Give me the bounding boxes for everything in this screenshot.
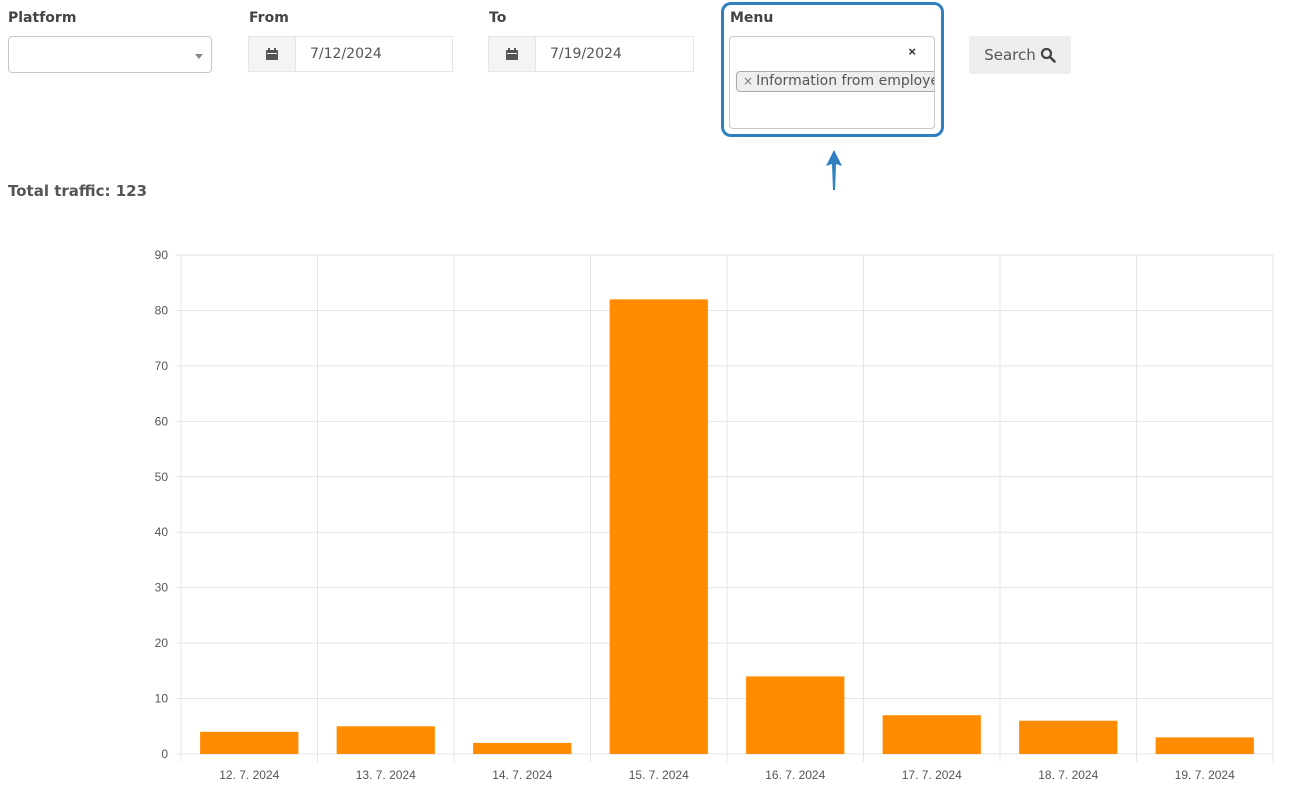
from-calendar-button[interactable] — [249, 37, 296, 71]
to-label: To — [489, 10, 507, 26]
y-tick-label: 70 — [155, 359, 169, 373]
remove-chip-icon[interactable]: × — [743, 74, 753, 88]
traffic-bar-chart: 0 10 20 30 40 50 60 70 80 90 12. 7. 2024 13. 7. 202… — [155, 248, 1274, 782]
x-tick-label: 18. 7. 2024 — [1038, 768, 1098, 782]
total-traffic-value: 123 — [115, 182, 148, 200]
bar-2[interactable] — [336, 726, 435, 754]
y-tick-label: 80 — [155, 303, 169, 317]
from-label: From — [249, 10, 289, 26]
bar-7[interactable] — [1019, 720, 1118, 754]
to-date-value[interactable]: 7/19/2024 — [536, 37, 622, 71]
total-traffic: Total traffic: 123 — [8, 182, 147, 200]
bar-1[interactable] — [200, 731, 299, 754]
x-tick-label: 12. 7. 2024 — [219, 768, 279, 782]
x-tick-label: 15. 7. 2024 — [629, 768, 689, 782]
y-tick-label: 0 — [161, 747, 168, 761]
y-tick-label: 10 — [155, 692, 169, 706]
to-date-field[interactable]: 7/19/2024 — [488, 36, 694, 72]
y-tick-label: 50 — [155, 470, 169, 484]
y-tick-label: 20 — [155, 636, 169, 650]
platform-label: Platform — [8, 10, 77, 26]
x-tick-label: 17. 7. 2024 — [902, 768, 962, 782]
bar-8[interactable] — [1155, 737, 1254, 754]
y-tick-label: 30 — [155, 581, 169, 595]
to-calendar-button[interactable] — [489, 37, 536, 71]
x-tick-label: 16. 7. 2024 — [765, 768, 825, 782]
menu-selected-chip[interactable]: × Information from employe — [736, 71, 935, 92]
x-tick-label: 19. 7. 2024 — [1175, 768, 1235, 782]
arrow-up-icon — [826, 150, 842, 190]
menu-chip-label: Information from employe — [756, 73, 935, 89]
y-tick-label: 90 — [155, 248, 169, 262]
total-traffic-label: Total traffic: — [8, 182, 111, 200]
platform-select[interactable] — [8, 36, 212, 73]
search-button[interactable]: Search — [969, 36, 1071, 74]
y-tick-label: 60 — [155, 414, 169, 428]
from-date-field[interactable]: 7/12/2024 — [248, 36, 453, 72]
bar-4[interactable] — [609, 299, 708, 754]
clear-selection-icon[interactable]: × — [908, 44, 916, 59]
from-date-value[interactable]: 7/12/2024 — [296, 37, 382, 71]
search-button-label: Search — [984, 46, 1036, 64]
calendar-icon — [266, 48, 278, 60]
x-tick-label: 13. 7. 2024 — [356, 768, 416, 782]
chevron-down-icon — [195, 54, 203, 59]
y-tick-label: 40 — [155, 525, 169, 539]
bar-3[interactable] — [473, 742, 572, 754]
bar-6[interactable] — [882, 715, 981, 754]
menu-multiselect[interactable]: × × Information from employe — [729, 36, 935, 129]
bar-5[interactable] — [746, 676, 845, 754]
calendar-icon — [506, 48, 518, 60]
search-icon — [1040, 47, 1056, 63]
x-tick-label: 14. 7. 2024 — [492, 768, 552, 782]
